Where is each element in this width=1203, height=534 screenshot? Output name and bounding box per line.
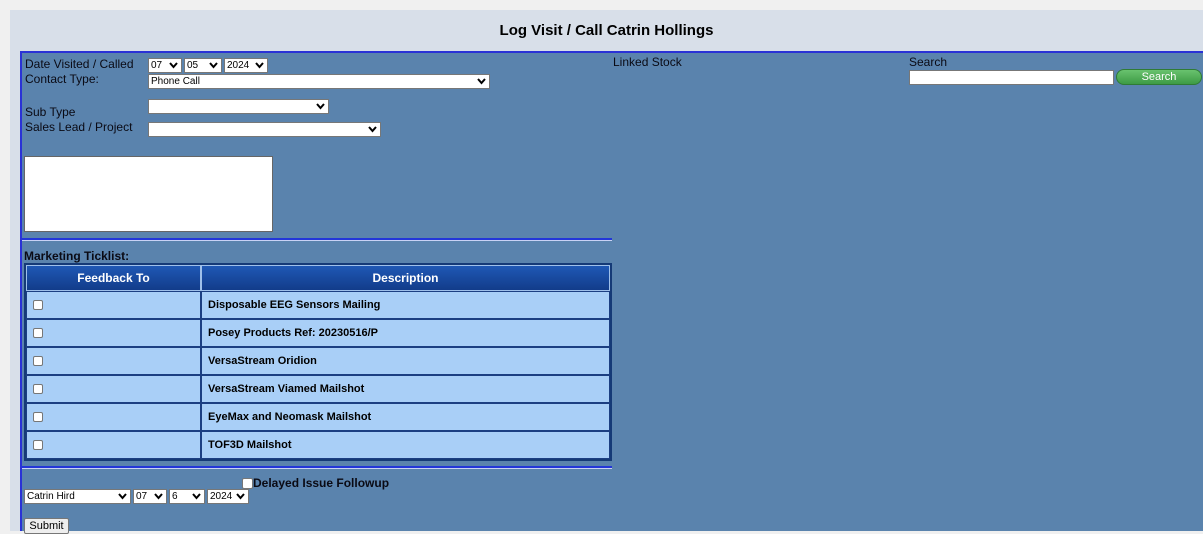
- marketing-ticklist-table: Feedback To Description Disposable EEG S…: [24, 263, 612, 461]
- followup-day-value: 07: [136, 491, 148, 502]
- submit-button[interactable]: Submit: [24, 518, 69, 534]
- date-day-value: 07: [151, 60, 163, 71]
- date-label: Date Visited / Called: [25, 57, 134, 71]
- description-cell: Disposable EEG Sensors Mailing: [201, 291, 610, 319]
- chevron-down-icon: [209, 59, 218, 71]
- followup-user-select[interactable]: Catrin Hird: [24, 489, 131, 504]
- date-month-value: 05: [187, 60, 199, 71]
- search-button[interactable]: Search: [1116, 69, 1202, 85]
- delayed-followup-row: Delayed Issue Followup: [242, 476, 389, 490]
- sub-type-label: Sub Type: [25, 105, 76, 119]
- contact-type-select[interactable]: Phone Call: [148, 74, 490, 89]
- date-year-select[interactable]: 2024: [224, 58, 268, 73]
- description-cell: TOF3D Mailshot: [201, 431, 610, 459]
- contact-type-label: Contact Type:: [25, 72, 99, 86]
- feedback-cell: [26, 403, 201, 431]
- table-row: VersaStream Oridion: [26, 347, 610, 375]
- form-panel: Date Visited / Called 07 05 2024 Contact…: [20, 51, 1203, 534]
- chevron-down-icon: [192, 490, 201, 502]
- chevron-down-icon: [368, 123, 377, 135]
- followup-month-select[interactable]: 6: [169, 489, 205, 504]
- date-month-select[interactable]: 05: [184, 58, 222, 73]
- date-year-value: 2024: [227, 60, 250, 71]
- sub-type-select[interactable]: [148, 99, 329, 114]
- feedback-checkbox[interactable]: [33, 384, 43, 395]
- followup-user-value: Catrin Hird: [27, 491, 75, 502]
- chevron-down-icon: [169, 59, 178, 71]
- feedback-checkbox[interactable]: [33, 412, 43, 423]
- chevron-down-icon: [154, 490, 163, 502]
- marketing-ticklist-heading: Marketing Ticklist:: [24, 249, 130, 263]
- search-label: Search: [909, 55, 948, 69]
- delayed-followup-checkbox[interactable]: [242, 478, 253, 490]
- feedback-checkbox[interactable]: [33, 440, 43, 451]
- feedback-checkbox[interactable]: [33, 300, 43, 311]
- followup-month-value: 6: [172, 491, 178, 502]
- column-header-feedback: Feedback To: [26, 265, 201, 291]
- followup-year-value: 2024: [210, 491, 233, 502]
- sales-lead-select[interactable]: [148, 122, 381, 137]
- delayed-followup-label: Delayed Issue Followup: [253, 476, 390, 490]
- contact-type-value: Phone Call: [151, 76, 200, 87]
- description-cell: EyeMax and Neomask Mailshot: [201, 403, 610, 431]
- feedback-cell: [26, 431, 201, 459]
- chevron-down-icon: [316, 100, 325, 112]
- followup-day-select[interactable]: 07: [133, 489, 167, 504]
- table-row: TOF3D Mailshot: [26, 431, 610, 459]
- feedback-cell: [26, 375, 201, 403]
- feedback-checkbox[interactable]: [33, 356, 43, 367]
- table-row: Posey Products Ref: 20230516/P: [26, 319, 610, 347]
- table-row: Disposable EEG Sensors Mailing: [26, 291, 610, 319]
- feedback-cell: [26, 291, 201, 319]
- column-header-description: Description: [201, 265, 610, 291]
- description-cell: VersaStream Viamed Mailshot: [201, 375, 610, 403]
- chevron-down-icon: [255, 59, 264, 71]
- section-divider: [22, 466, 612, 469]
- chevron-down-icon: [236, 490, 245, 502]
- linked-stock-label: Linked Stock: [613, 55, 682, 69]
- feedback-cell: [26, 319, 201, 347]
- feedback-cell: [26, 347, 201, 375]
- search-input[interactable]: [909, 70, 1114, 85]
- sales-lead-label: Sales Lead / Project: [25, 120, 133, 134]
- table-row: VersaStream Viamed Mailshot: [26, 375, 610, 403]
- page-title: Log Visit / Call Catrin Hollings: [499, 22, 714, 39]
- date-day-select[interactable]: 07: [148, 58, 182, 73]
- chevron-down-icon: [118, 490, 127, 502]
- followup-year-select[interactable]: 2024: [207, 489, 249, 504]
- page-container: Log Visit / Call Catrin Hollings Date Vi…: [10, 10, 1203, 534]
- feedback-checkbox[interactable]: [33, 328, 43, 339]
- table-header-row: Feedback To Description: [26, 265, 610, 291]
- notes-textarea[interactable]: [24, 156, 273, 232]
- table-row: EyeMax and Neomask Mailshot: [26, 403, 610, 431]
- chevron-down-icon: [477, 75, 486, 87]
- section-divider: [22, 238, 612, 241]
- description-cell: Posey Products Ref: 20230516/P: [201, 319, 610, 347]
- description-cell: VersaStream Oridion: [201, 347, 610, 375]
